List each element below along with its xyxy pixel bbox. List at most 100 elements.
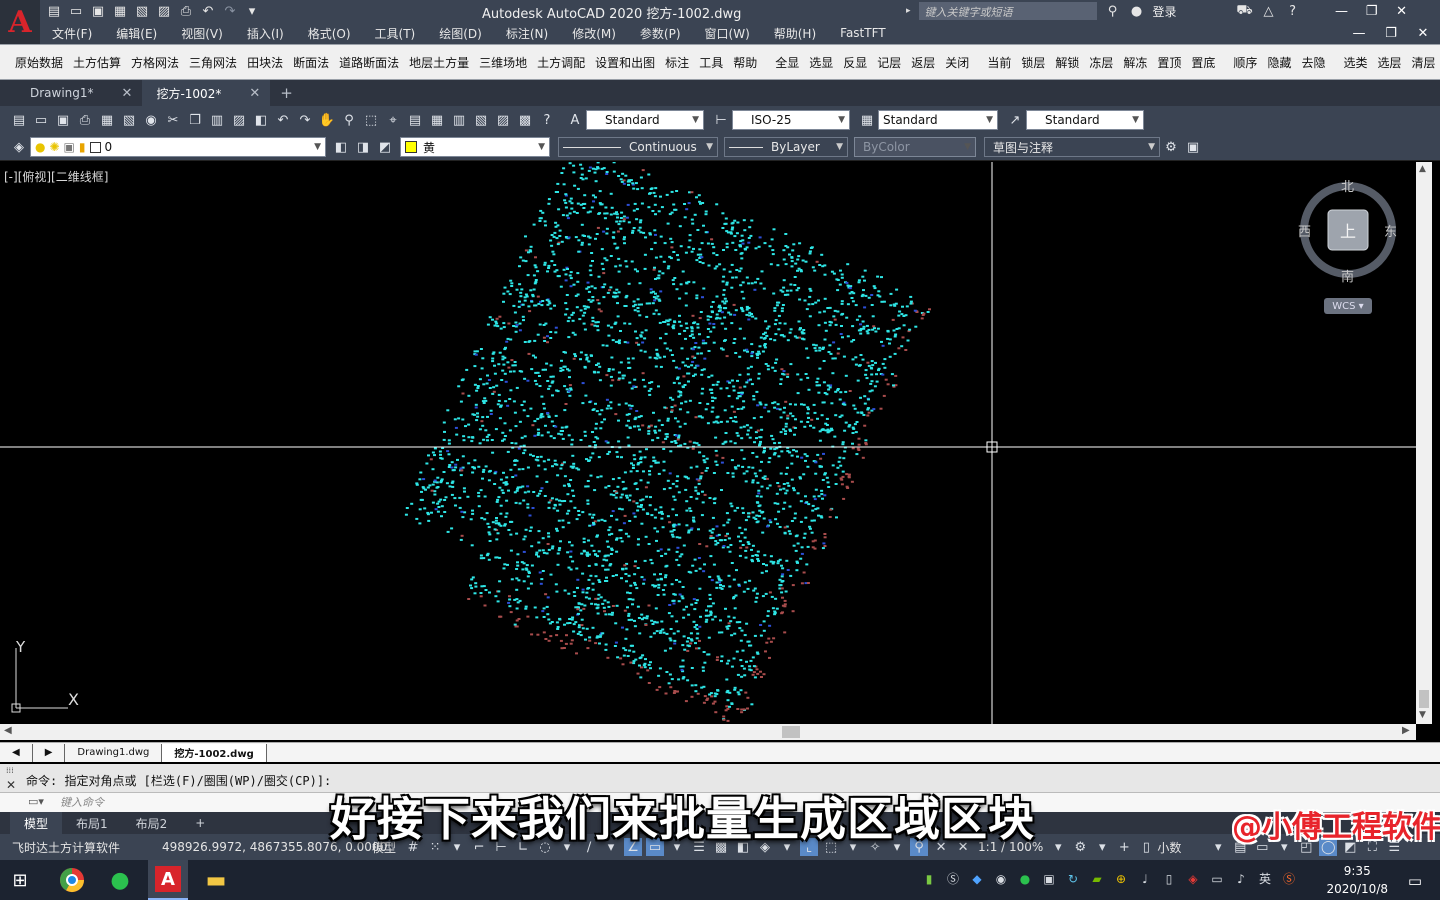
tray-drive-icon[interactable]: ▯	[1158, 872, 1180, 886]
close-tab-icon[interactable]: ✕	[249, 86, 260, 101]
scroll-up-icon[interactable]: ▲	[1419, 164, 1426, 174]
markup-icon[interactable]: ▨	[494, 111, 512, 129]
zoom-window-icon[interactable]: ⬚	[362, 111, 380, 129]
table-style-dropdown[interactable]: Standard ▼	[878, 110, 998, 130]
tool-palettes-icon[interactable]: ▥	[450, 111, 468, 129]
layer-tool-item[interactable]: 顺序	[1228, 54, 1262, 71]
prev-doc-icon[interactable]: ◀	[0, 743, 33, 762]
scale-dropdown-icon[interactable]: ▾	[1049, 838, 1067, 856]
redo-icon[interactable]: ↷	[222, 3, 238, 19]
plot-icon[interactable]: ⎙	[76, 111, 94, 129]
menu-dimension[interactable]: 标注(N)	[494, 25, 560, 42]
dim-style-icon[interactable]: ⊢	[712, 111, 730, 129]
cart-icon[interactable]: ⛟	[1236, 3, 1252, 19]
viewport-freeze-icon[interactable]: ▣	[64, 140, 75, 154]
redo-icon[interactable]: ↷	[296, 111, 314, 129]
layer-previous-icon[interactable]: ◨	[354, 138, 372, 156]
layer-tool-item[interactable]: 置底	[1186, 54, 1220, 71]
layer-tool-item[interactable]: 反显	[838, 54, 872, 71]
taskbar-clock[interactable]: 9:35 2020/10/8	[1326, 862, 1388, 898]
lineweight-dropdown[interactable]: ByLayer ▼	[724, 137, 848, 157]
workspace-settings-gear-icon[interactable]: ⚙	[1162, 138, 1180, 156]
layer-tool-item[interactable]: 返层	[906, 54, 940, 71]
new-icon[interactable]: ▤	[10, 111, 28, 129]
login-link[interactable]: 登录	[1153, 3, 1177, 20]
mleader-style-icon[interactable]: ↗	[1006, 111, 1024, 129]
restore-icon[interactable]: ❐	[1361, 2, 1383, 20]
doc-restore-icon[interactable]: ❐	[1380, 24, 1402, 42]
layer-state-icon[interactable]: ◩	[376, 138, 394, 156]
search-input[interactable]: 键入关键字或短语	[918, 2, 1097, 20]
autocad-taskbar-icon[interactable]: A	[148, 860, 188, 900]
plugin-item[interactable]: 标注	[660, 54, 694, 71]
tray-shield-icon[interactable]: ◆	[966, 872, 988, 886]
light-bulb-icon[interactable]: ●	[35, 140, 45, 154]
layer-tool-item[interactable]: 全显	[770, 54, 804, 71]
layer-tool-item[interactable]: 清层	[1407, 54, 1440, 71]
make-current-layer-icon[interactable]: ◧	[332, 138, 350, 156]
close-icon[interactable]: ✕	[1391, 2, 1413, 20]
scroll-left-icon[interactable]: ◀	[4, 725, 12, 736]
sheet-set-icon[interactable]: ▧	[472, 111, 490, 129]
next-doc-icon[interactable]: ▶	[33, 743, 66, 762]
tray-nvidia-icon[interactable]: ▰	[1086, 872, 1108, 886]
unlock-icon[interactable]: ▮	[79, 140, 86, 154]
tab-layout1[interactable]: 布局1	[62, 812, 122, 834]
layer-tool-item[interactable]: 选显	[804, 54, 838, 71]
layer-tool-item[interactable]: 关闭	[940, 54, 974, 71]
command-prompt-icon[interactable]: ▭▾	[28, 795, 44, 808]
menu-draw[interactable]: 绘图(D)	[427, 25, 494, 42]
tray-plus-icon[interactable]: ⊕	[1110, 872, 1132, 886]
viewcube-top-face[interactable]: 上	[1340, 218, 1356, 242]
menu-tools[interactable]: 工具(T)	[363, 25, 428, 42]
layer-dropdown[interactable]: ● ✺ ▣ ▮ 0 ▼	[30, 137, 326, 157]
horizontal-scroll-thumb[interactable]	[782, 726, 800, 738]
vertical-scrollbar[interactable]: ▲ ▼	[1416, 162, 1432, 724]
layer-tool-item[interactable]: 记层	[872, 54, 906, 71]
workspace-dropdown[interactable]: 草图与注释 ▼	[984, 137, 1160, 157]
3d-dwf-icon[interactable]: ◉	[142, 111, 160, 129]
menu-window[interactable]: 窗口(W)	[693, 25, 762, 42]
sun-icon[interactable]: ✺	[49, 140, 59, 154]
battery-icon[interactable]: ▮	[918, 872, 940, 886]
chrome-browser-icon[interactable]	[52, 860, 92, 900]
customize-dropdown-icon[interactable]: ▾	[244, 3, 260, 19]
tray-s-icon[interactable]: Ⓢ	[942, 870, 964, 887]
layer-tool-item[interactable]: 置顶	[1152, 54, 1186, 71]
minimize-icon[interactable]: —	[1331, 2, 1353, 20]
file-tab-drawing1[interactable]: Drawing1* ✕	[0, 80, 142, 106]
design-center-icon[interactable]: ▦	[428, 111, 446, 129]
color-dropdown[interactable]: 黄 ▼	[400, 137, 550, 157]
mleader-style-dropdown[interactable]: Standard ▼	[1026, 110, 1144, 130]
doc-minimize-icon[interactable]: —	[1348, 24, 1370, 42]
menu-edit[interactable]: 编辑(E)	[104, 25, 169, 42]
add-layout-plus-icon[interactable]: +	[181, 812, 219, 834]
plugin-item[interactable]: 三角网法	[184, 54, 242, 71]
cut-icon[interactable]: ✂	[164, 111, 182, 129]
new-file-icon[interactable]: ▤	[46, 3, 62, 19]
dim-style-dropdown[interactable]: ISO-25 ▼	[732, 110, 850, 130]
vertical-scroll-thumb[interactable]	[1419, 690, 1429, 708]
table-style-icon[interactable]: ▦	[858, 111, 876, 129]
plugin-item[interactable]: 帮助	[728, 54, 762, 71]
plugin-item[interactable]: 三维场地	[474, 54, 532, 71]
help-icon[interactable]: ?	[538, 111, 556, 129]
menu-file[interactable]: 文件(F)	[40, 25, 104, 42]
command-input[interactable]: 键入命令	[60, 794, 104, 810]
units-value[interactable]: 小数	[1157, 839, 1207, 856]
layer-tool-item[interactable]: 隐藏	[1262, 54, 1296, 71]
a360-icon[interactable]: △	[1261, 3, 1277, 19]
menu-help[interactable]: 帮助(H)	[762, 25, 828, 42]
ime-indicator[interactable]: 英	[1254, 870, 1276, 887]
open-icon[interactable]: ▭	[32, 111, 50, 129]
menu-view[interactable]: 视图(V)	[169, 25, 235, 42]
save-icon[interactable]: ▣	[90, 3, 106, 19]
search-expand-icon[interactable]: ▸	[906, 6, 911, 16]
plugin-item[interactable]: 田块法	[242, 54, 288, 71]
block-editor-icon[interactable]: ◧	[252, 111, 270, 129]
pan-icon[interactable]: ✋	[318, 111, 336, 129]
compass-north[interactable]: 北	[1341, 176, 1354, 195]
publish-icon[interactable]: ▧	[120, 111, 138, 129]
clean-screen-icon[interactable]: ▣	[1184, 138, 1202, 156]
tray-sync-icon[interactable]: ↻	[1062, 872, 1084, 886]
